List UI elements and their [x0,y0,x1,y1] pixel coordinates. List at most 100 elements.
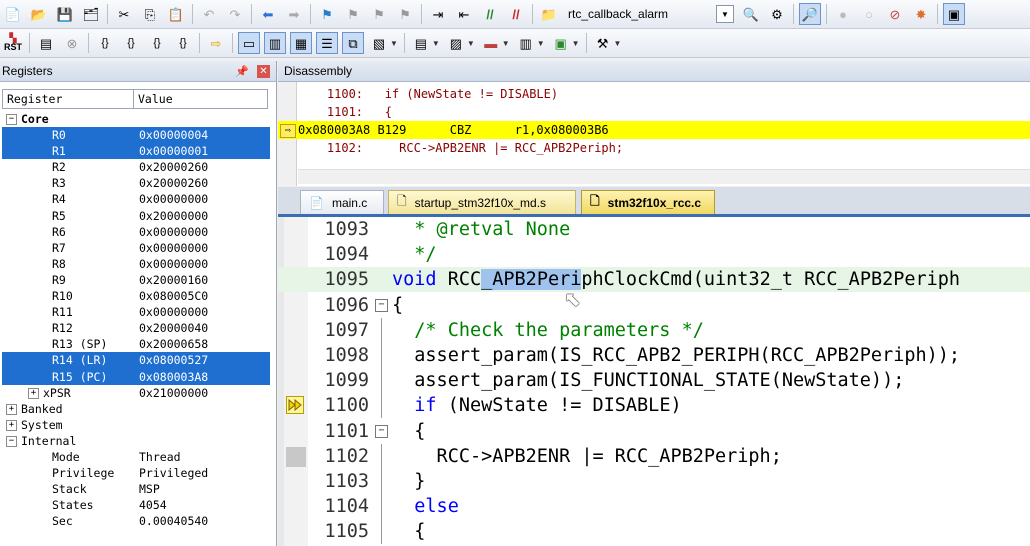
target-name[interactable]: rtc_callback_alarm [568,7,716,21]
register-row[interactable]: R11 0x00000000 [2,304,270,320]
chevron-down-icon[interactable]: ▼ [390,39,398,48]
chevron-down-icon[interactable]: ▼ [614,39,622,48]
run-to-cursor-icon[interactable]: {} [172,32,194,54]
internal-row[interactable]: Mode Thread [2,449,270,465]
register-value[interactable]: 0x00000000 [139,191,270,207]
register-value[interactable]: 0x080003A8 [139,369,270,385]
chevron-down-icon[interactable]: ▼ [572,39,580,48]
step-into-icon[interactable]: {} [94,32,116,54]
reset-button[interactable]: ▚ RST [2,32,24,54]
tab-startup-s[interactable]: 🗋 startup_stm32f10x_md.s [388,190,576,214]
memory-window-icon[interactable]: ▤ [410,32,432,54]
register-value[interactable]: 0x00000000 [139,256,270,272]
step-over-icon[interactable]: {} [120,32,142,54]
code-line[interactable]: 1102 RCC->APB2ENR |= RCC_APB2Periph; [278,443,1030,469]
tab-stm32f10x-rcc-c[interactable]: 🗋 stm32f10x_rcc.c [581,190,715,214]
code-line[interactable]: 1095 void RCC_APB2PeriphClockCmd(uint32_t… [278,267,1030,293]
tab-main-c[interactable]: 📄 main.c [300,190,384,214]
fold-collapse-icon[interactable]: − [375,298,388,312]
register-value[interactable]: 0x20000040 [139,320,270,336]
register-row[interactable]: R10 0x080005C0 [2,288,270,304]
chevron-down-icon[interactable]: ▼ [432,39,440,48]
trace-window-icon[interactable]: ▥ [515,32,537,54]
indent-icon[interactable]: ⇥ [427,3,449,25]
next-bookmark-icon[interactable]: ⚑ [368,3,390,25]
close-icon[interactable]: ✕ [257,64,270,78]
register-row[interactable]: R7 0x00000000 [2,240,270,256]
redo-icon[interactable]: ↷ [224,3,246,25]
executable-line-marker[interactable] [286,446,306,467]
enable-breakpoint-icon[interactable]: ○ [858,3,880,25]
tree-node-core[interactable]: − Core [2,111,270,127]
run-icon[interactable]: ▤ [35,32,57,54]
paste-icon[interactable]: 📋 [165,3,187,25]
expand-icon[interactable]: + [28,387,39,399]
register-value[interactable]: 0x20000000 [139,208,270,224]
expand-icon[interactable]: + [6,419,17,431]
internal-row[interactable]: Sec 0.00040540 [2,513,270,529]
internal-row[interactable]: Stack MSP [2,481,270,497]
column-register[interactable]: Register [2,89,134,109]
register-value[interactable]: 0x00000001 [139,143,270,159]
navigate-forward-icon[interactable]: ➡ [283,3,305,25]
code-line[interactable]: 1105 { [278,519,1030,545]
register-row[interactable]: R0 0x00000004 [2,127,270,144]
insert-breakpoint-icon[interactable]: ● [832,3,854,25]
code-line[interactable]: 1104 else [278,494,1030,520]
new-file-icon[interactable]: 📄 [2,3,24,25]
code-line[interactable]: 1101− { [278,419,1030,444]
analysis-window-icon[interactable]: ▬ [480,32,502,54]
register-value[interactable]: 0x00000000 [139,224,270,240]
tree-node-system[interactable]: + System [2,417,270,433]
register-row[interactable]: R2 0x20000260 [2,159,270,175]
window-layout-icon[interactable]: ▣ [943,3,965,25]
register-row[interactable]: R12 0x20000040 [2,320,270,336]
code-line[interactable]: 1103 } [278,469,1030,494]
find-in-files-icon[interactable]: 📁 [538,3,560,25]
register-row[interactable]: R3 0x20000260 [2,175,270,191]
register-row[interactable]: + xPSR 0x21000000 [2,385,270,401]
show-next-statement-icon[interactable]: ⇨ [205,32,227,54]
kill-breakpoints-icon[interactable]: ✸ [910,3,932,25]
tree-node-banked[interactable]: + Banked [2,401,270,417]
chevron-down-icon[interactable]: ▼ [537,39,545,48]
register-value[interactable]: 0x08000527 [139,352,270,368]
expand-icon[interactable]: + [6,403,17,415]
step-out-icon[interactable]: {} [146,32,168,54]
register-row[interactable]: R15 (PC) 0x080003A8 [2,368,270,385]
register-value[interactable]: 0x20000260 [139,175,270,191]
undo-icon[interactable]: ↶ [198,3,220,25]
code-line[interactable]: 1093 * @retval None [278,217,1030,242]
bookmark-icon[interactable]: ⚑ [316,3,338,25]
internal-row[interactable]: States 4054 [2,497,270,513]
configure-icon[interactable]: ⚙ [766,3,788,25]
code-line[interactable]: 1096−{ [278,293,1030,318]
uncomment-icon[interactable]: // [505,3,527,25]
column-value[interactable]: Value [134,89,268,109]
register-row[interactable]: R8 0x00000000 [2,256,270,272]
register-row[interactable]: R6 0x00000000 [2,224,270,240]
disassembly-window-icon[interactable]: ▥ [264,32,286,54]
register-value[interactable]: 0x20000658 [139,336,270,352]
register-row[interactable]: R5 0x20000000 [2,208,270,224]
code-line[interactable]: 1097 /* Check the parameters */ [278,317,1030,343]
symbols-window-icon[interactable]: ▦ [290,32,312,54]
watch-window-icon[interactable]: ▧ [368,32,390,54]
tree-node-internal[interactable]: − Internal [2,433,270,449]
call-stack-window-icon[interactable]: ⧉ [342,32,364,54]
register-row[interactable]: R1 0x00000001 [2,143,270,160]
toolbox-icon[interactable]: ⚒ [592,32,614,54]
register-row[interactable]: R14 (LR) 0x08000527 [2,352,270,369]
register-value[interactable]: 0x21000000 [139,385,270,401]
register-value[interactable]: 0x00000000 [139,240,270,256]
copy-icon[interactable]: ⎘ [139,3,161,25]
code-editor[interactable]: 1093 * @retval None 1094 */1095 void RCC_A… [278,217,1030,546]
collapse-icon[interactable]: − [6,435,17,447]
disassembly-line[interactable]: 1100: if (NewState != DISABLE) [298,85,1030,103]
disassembly-current-line[interactable]: ⇨ 0x080003A8 B129 CBZ r1,0x080003B6 [278,121,1030,139]
fold-collapse-icon[interactable]: − [375,424,388,438]
register-value[interactable]: 0x080005C0 [139,288,270,304]
register-value[interactable]: 0x00000000 [139,304,270,320]
register-value[interactable]: 0x00000004 [139,127,270,143]
chevron-down-icon[interactable]: ▼ [467,39,475,48]
